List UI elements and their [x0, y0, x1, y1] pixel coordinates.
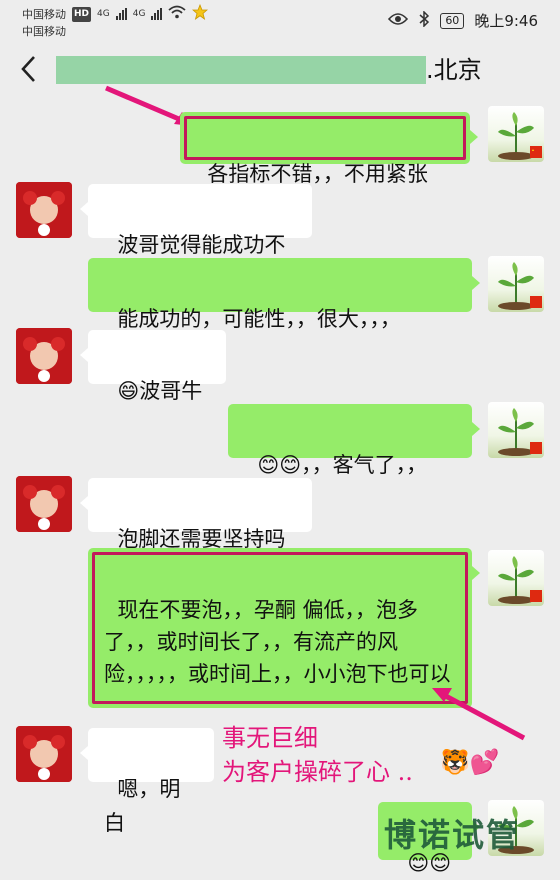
watermark-text: 博诺试管 — [384, 816, 521, 854]
baby-avatar-icon — [16, 182, 72, 238]
highlight-box-2 — [92, 552, 468, 704]
carrier-info: 中国移动 HD 4G 4G 中国移动 — [22, 3, 209, 39]
battery-icon: 60 — [440, 12, 465, 29]
message-bubble-4[interactable]: 😄波哥牛 — [80, 330, 226, 403]
network-type-1: 4G — [97, 8, 110, 19]
chat-title-suffix: .北京 — [426, 56, 482, 84]
baby-avatar-icon — [16, 726, 72, 782]
message-text: 😊😊，，客气了，， — [257, 453, 428, 477]
my-avatar[interactable] — [488, 550, 544, 606]
message-text: 波哥觉得能成功不 — [117, 233, 286, 257]
message-text: 能成功的，可能性，，很大，，， — [117, 307, 401, 331]
clock: 晚上9:46 — [474, 12, 538, 30]
highlight-box-1 — [184, 116, 466, 160]
my-avatar[interactable] — [488, 402, 544, 458]
contact-avatar[interactable] — [16, 182, 72, 238]
carrier-1: 中国移动 — [22, 7, 66, 21]
chevron-left-icon — [21, 56, 35, 82]
network-type-2: 4G — [132, 8, 146, 19]
message-text: 😄波哥牛 — [117, 379, 203, 403]
plant-icon — [498, 556, 542, 604]
signal-icon-2 — [151, 8, 163, 20]
back-button[interactable] — [18, 54, 48, 88]
contact-avatar[interactable] — [16, 328, 72, 384]
status-bar: 中国移动 HD 4G 4G 中国移动 60 晚上9:46 — [0, 0, 560, 40]
my-avatar[interactable] — [488, 256, 544, 312]
hd-badge: HD — [72, 6, 92, 22]
annotation-line-2: 为客户操碎了心 .. — [222, 758, 413, 786]
contact-avatar[interactable] — [16, 726, 72, 782]
masked-contact-name — [56, 56, 426, 84]
contact-avatar[interactable] — [16, 476, 72, 532]
message-bubble-2[interactable]: 波哥觉得能成功不 — [80, 184, 312, 257]
message-bubble-6[interactable]: 泡脚还需要坚持吗 — [80, 478, 312, 551]
message-bubble-8[interactable]: 嗯，明白 — [80, 728, 214, 835]
annotation-line-1: 事无巨细 — [222, 724, 318, 752]
plant-icon — [498, 112, 542, 160]
star-icon — [192, 3, 209, 24]
message-bubble-3[interactable]: 能成功的，可能性，，很大，，， — [88, 258, 480, 331]
wifi-icon — [168, 5, 187, 23]
message-text: 各指标不错，，不用紧张 — [207, 162, 428, 186]
plant-icon — [498, 262, 542, 310]
plant-icon — [498, 408, 542, 456]
my-avatar[interactable] — [488, 106, 544, 162]
tiger-heart-emoji: 🐯💕 — [440, 748, 500, 776]
eye-icon — [388, 12, 409, 30]
baby-avatar-icon — [16, 328, 72, 384]
signal-icon — [115, 8, 127, 20]
message-text: 嗯，明白 — [104, 777, 181, 835]
bluetooth-icon — [418, 9, 430, 31]
baby-avatar-icon — [16, 476, 72, 532]
carrier-2: 中国移动 — [22, 25, 66, 38]
message-bubble-5[interactable]: 😊😊，，客气了，， — [228, 404, 480, 477]
pointer-arrow-bottom — [432, 688, 526, 741]
